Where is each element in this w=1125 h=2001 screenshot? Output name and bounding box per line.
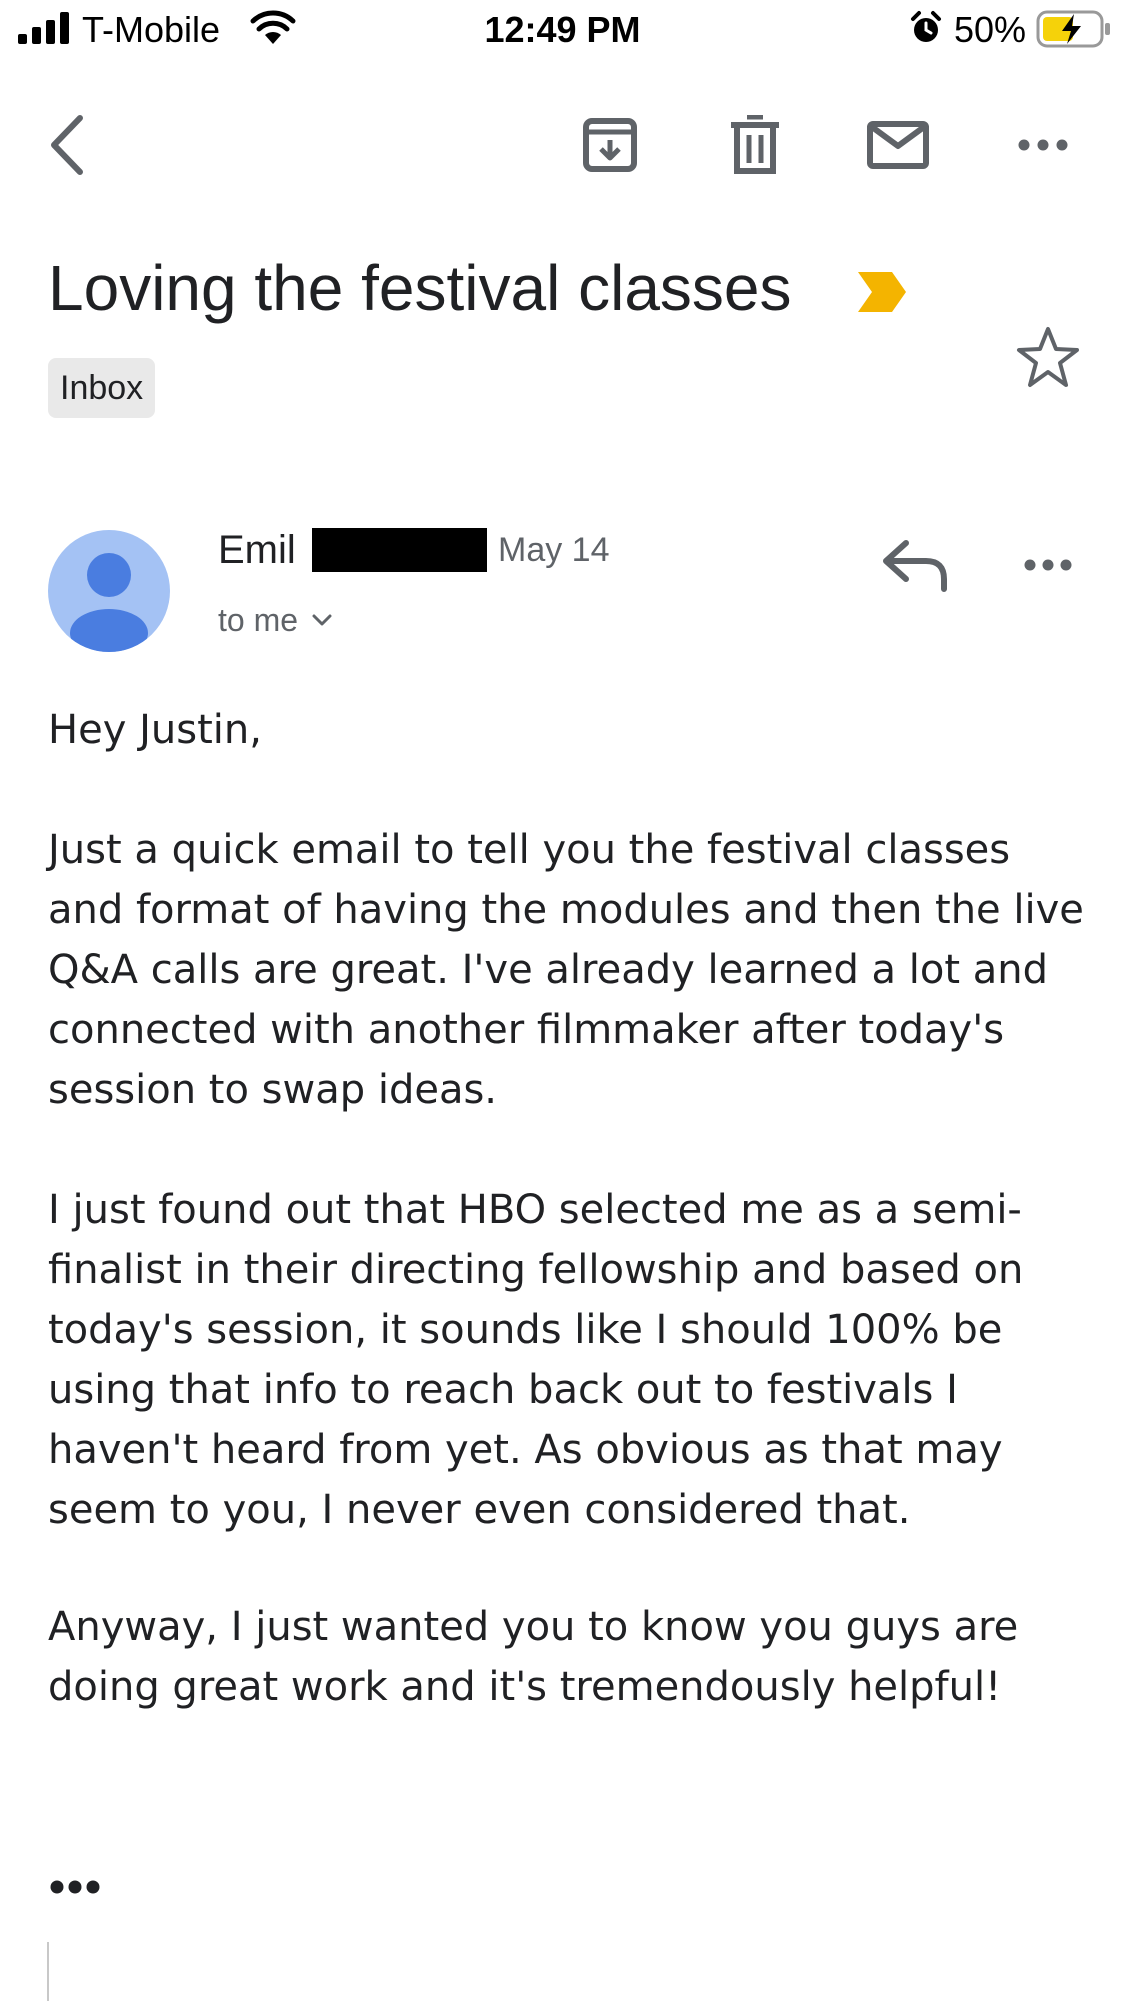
battery-charging-icon: [1036, 10, 1110, 48]
mark-unread-button[interactable]: [853, 100, 943, 190]
email-greeting: Hey Justin,: [48, 707, 262, 753]
sender-name[interactable]: Emil: [218, 525, 296, 575]
more-horizontal-icon: [1018, 139, 1068, 151]
email-paragraph: Just a quick email to tell you the festi…: [48, 827, 1084, 1113]
delete-button[interactable]: [710, 100, 800, 190]
recipients-label: to me: [218, 601, 299, 638]
email-view: T-Mobile 12:49 PM 50% Loving the festiva…: [0, 0, 1125, 2001]
show-trimmed-content-icon[interactable]: [48, 1872, 108, 1902]
alarm-icon: [911, 11, 941, 42]
email-paragraph: Anyway, I just wanted you to know you gu…: [48, 1604, 1019, 1710]
redaction-block: [312, 528, 487, 572]
message-more-icon[interactable]: [1010, 540, 1086, 590]
mail-icon: [867, 121, 929, 169]
person-icon: [70, 553, 148, 652]
more-options-button[interactable]: [998, 100, 1088, 190]
status-bar: T-Mobile 12:49 PM 50%: [0, 0, 1125, 60]
battery-percentage: 50%: [954, 9, 1027, 50]
quoted-text-bar: [47, 1942, 49, 2001]
email-paragraph: I just found out that HBO selected me as…: [48, 1187, 1024, 1533]
importance-marker-icon[interactable]: [856, 270, 908, 314]
label-chip-inbox[interactable]: Inbox: [48, 358, 156, 418]
archive-button[interactable]: [565, 100, 655, 190]
back-button[interactable]: [22, 100, 112, 190]
recipients-toggle[interactable]: to me: [218, 598, 332, 642]
star-icon[interactable]: [1015, 325, 1081, 391]
email-date: May 14: [498, 531, 610, 569]
email-subject: Loving the festival classes: [48, 252, 792, 324]
trash-icon: [731, 115, 779, 174]
chevron-down-icon: [312, 614, 332, 626]
reply-icon[interactable]: [880, 535, 952, 595]
chevron-left-icon: [51, 115, 83, 175]
archive-icon: [583, 118, 637, 172]
email-toolbar: [0, 100, 1125, 190]
sender-avatar[interactable]: [48, 530, 170, 652]
